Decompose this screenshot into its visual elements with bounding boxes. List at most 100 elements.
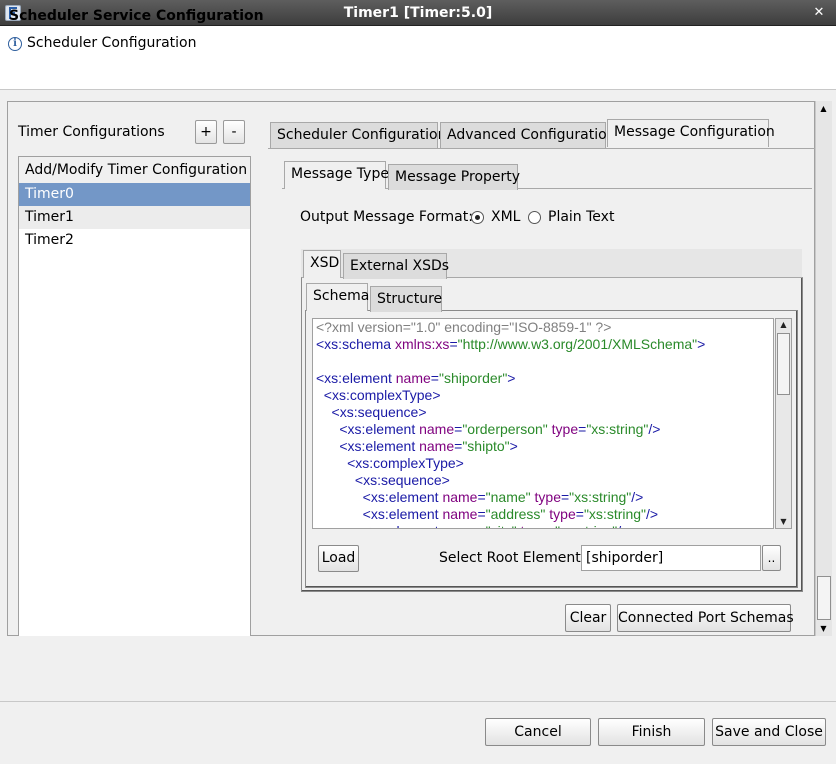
- schema-token: =: [449, 336, 458, 352]
- info-icon: i: [8, 37, 22, 51]
- schema-token: type: [521, 523, 547, 528]
- schema-line: <?xml version="1.0" encoding="ISO-8859-1…: [316, 319, 611, 336]
- schema-token: name: [442, 506, 478, 522]
- tab-scheduler-configuration[interactable]: Scheduler Configuration: [270, 122, 446, 148]
- schema-token: >: [697, 336, 706, 352]
- main-scrollbar[interactable]: [815, 101, 832, 636]
- plain-text-radio-label[interactable]: Plain Text: [548, 209, 614, 225]
- list-item-timer2[interactable]: Timer2: [19, 229, 250, 252]
- schema-token: <xs:schema: [316, 336, 395, 352]
- schema-token: />: [646, 506, 659, 522]
- schema-line: <xs:element name="address" type="xs:stri…: [316, 506, 658, 523]
- list-item-timer0[interactable]: Timer0: [19, 183, 250, 206]
- schema-line: <xs:sequence>: [316, 472, 450, 489]
- schema-token: "shipto": [462, 438, 510, 454]
- tab-advanced-configuration[interactable]: Advanced Configuration: [440, 122, 616, 148]
- tab-message-configuration[interactable]: Message Configuration: [607, 119, 775, 147]
- list-item-timer1[interactable]: Timer1: [19, 206, 250, 229]
- schema-token: "xs:string": [586, 421, 649, 437]
- add-timer-button[interactable]: +: [195, 120, 217, 144]
- output-format-label: Output Message Format:: [300, 209, 473, 225]
- schema-token: <xs:element: [316, 506, 443, 522]
- clear-button[interactable]: Clear: [565, 604, 611, 632]
- schema-token: />: [631, 489, 644, 505]
- schema-token: type: [551, 421, 579, 437]
- tab-divider: [268, 148, 815, 149]
- schema-token: <?xml version="1.0" encoding="ISO-8859-1…: [316, 319, 612, 335]
- schema-line: <xs:sequence>: [316, 404, 427, 421]
- schema-token: "city": [486, 523, 517, 528]
- xml-radio-label[interactable]: XML: [491, 209, 520, 225]
- schema-token: <xs:element: [316, 523, 442, 528]
- tab-message-property[interactable]: Message Property: [388, 164, 520, 190]
- timer-list[interactable]: Add/Modify Timer Configuration Timer0 Ti…: [18, 156, 251, 636]
- editor-scrollbar-thumb[interactable]: [777, 333, 790, 395]
- schema-token: type: [534, 489, 561, 505]
- schema-token: name: [442, 523, 477, 528]
- tab-message-type[interactable]: Message Type: [284, 161, 389, 189]
- main-scrollbar-thumb[interactable]: [817, 576, 831, 620]
- schema-token: >: [507, 370, 516, 386]
- schema-token: "http://www.w3.org/2001/XMLSchema": [457, 336, 698, 352]
- schema-line: <xs:schema xmlns:xs="http://www.w3.org/2…: [316, 336, 705, 353]
- finish-button[interactable]: Finish: [598, 718, 705, 746]
- schema-token: <xs:sequence>: [316, 404, 427, 420]
- cancel-button[interactable]: Cancel: [485, 718, 591, 746]
- schema-token: =: [547, 523, 555, 528]
- schema-token: <xs:element: [316, 438, 420, 454]
- root-element-field[interactable]: [shiporder]: [581, 545, 761, 571]
- schema-token: =: [477, 489, 486, 505]
- schema-token: "xs:string": [555, 523, 617, 528]
- schema-line: <xs:element name="shiporder">: [316, 370, 515, 387]
- footer-divider: [0, 701, 836, 702]
- schema-token: =: [560, 489, 570, 505]
- schema-token: <xs:element: [316, 421, 420, 437]
- timer-configurations-label: Timer Configurations: [18, 124, 165, 140]
- schema-token: name: [442, 489, 478, 505]
- schema-token: name: [395, 370, 431, 386]
- schema-token: />: [617, 523, 629, 528]
- schema-line: <xs:element name="orderperson" type="xs:…: [316, 421, 660, 438]
- tab-xsd[interactable]: XSD: [303, 250, 341, 278]
- schema-token: >: [509, 438, 518, 454]
- tab-structure[interactable]: Structure: [370, 286, 442, 312]
- xml-radio[interactable]: [471, 211, 484, 224]
- load-button[interactable]: Load: [318, 545, 359, 572]
- plain-text-radio[interactable]: [528, 211, 541, 224]
- close-icon[interactable]: ✕: [808, 3, 830, 23]
- schema-line: <xs:element name="shipto">: [316, 438, 518, 455]
- scroll-down-icon[interactable]: ▼: [775, 515, 792, 529]
- root-element-browse-button[interactable]: ..: [762, 545, 781, 571]
- schema-line: <xs:complexType>: [316, 455, 464, 472]
- page-subtitle: Scheduler Configuration: [27, 35, 197, 51]
- connected-port-schemas-button[interactable]: Connected Port Schemas: [617, 604, 794, 632]
- remove-timer-button[interactable]: -: [223, 120, 245, 144]
- page-title: Scheduler Service Configuration: [9, 8, 264, 24]
- schema-token: "orderperson": [462, 421, 548, 437]
- schema-token: />: [648, 421, 661, 437]
- schema-token: name: [419, 421, 455, 437]
- schema-token: =: [477, 506, 486, 522]
- tab-schema[interactable]: Schema: [306, 283, 369, 311]
- schema-token: <xs:sequence>: [316, 472, 450, 488]
- schema-token: <xs:complexType>: [316, 387, 441, 403]
- timer-list-header[interactable]: Add/Modify Timer Configuration: [19, 157, 250, 184]
- schema-line: <xs:element name="city" type="xs:string"…: [316, 523, 630, 528]
- schema-token: name: [419, 438, 455, 454]
- schema-token: =: [575, 506, 584, 522]
- schema-token: <xs:complexType>: [316, 455, 464, 471]
- schema-token: xmlns:xs: [394, 336, 450, 352]
- scroll-up-icon[interactable]: ▲: [815, 101, 832, 117]
- scroll-down-icon[interactable]: ▼: [815, 621, 832, 636]
- schema-token: "xs:string": [569, 489, 632, 505]
- schema-token: "xs:string": [583, 506, 647, 522]
- tab-external-xsds[interactable]: External XSDs: [343, 253, 449, 279]
- schema-token: =: [477, 523, 485, 528]
- save-and-close-button[interactable]: Save and Close: [712, 718, 826, 746]
- schema-token: "name": [485, 489, 531, 505]
- schema-token: "shiporder": [438, 370, 508, 386]
- schema-line: <xs:complexType>: [316, 387, 441, 404]
- schema-editor[interactable]: <?xml version="1.0" encoding="ISO-8859-1…: [312, 318, 774, 529]
- scroll-up-icon[interactable]: ▲: [775, 318, 792, 332]
- schema-token: <xs:element: [316, 370, 396, 386]
